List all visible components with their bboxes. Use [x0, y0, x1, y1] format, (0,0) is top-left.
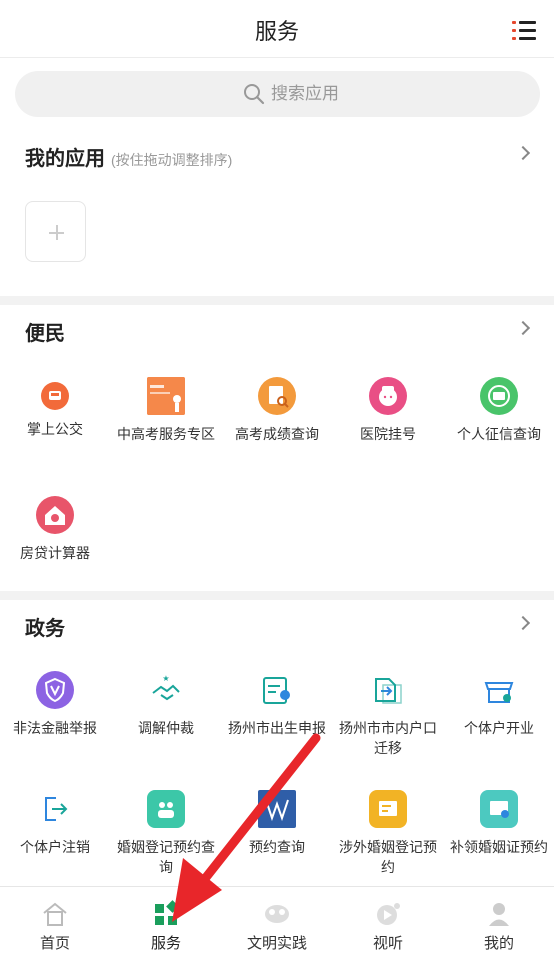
app-mediation[interactable]: ★ 调解仲裁 — [111, 671, 221, 738]
add-app-button[interactable] — [25, 201, 86, 262]
page-title: 服务 — [254, 19, 299, 44]
my-apps-header: 我的应用 (按住拖动调整排序) — [25, 142, 232, 171]
appointment-icon — [258, 790, 296, 828]
bus-icon — [41, 382, 69, 410]
certificate-icon — [369, 790, 407, 828]
app-business-cancel[interactable]: 个体户注销 — [0, 790, 110, 857]
search-bar[interactable] — [15, 71, 540, 117]
app-birth-register[interactable]: 扬州市出生申报 — [222, 671, 332, 738]
shield-report-icon — [36, 671, 74, 709]
tab-profile[interactable]: 我的 — [444, 887, 554, 956]
credit-icon — [480, 377, 518, 415]
app-business-open[interactable]: 个体户开业 — [444, 671, 554, 738]
reissue-icon — [480, 790, 518, 828]
tab-civilization[interactable]: 文明实践 — [222, 887, 332, 956]
app-appointment-query[interactable]: 预约查询 — [222, 790, 332, 857]
profile-icon — [484, 899, 514, 929]
my-apps-hint: (按住拖动调整排序) — [111, 152, 233, 168]
section-divider — [0, 591, 554, 600]
app-credit[interactable]: 个人征信查询 — [444, 377, 554, 444]
app-hospital[interactable]: 医院挂号 — [333, 377, 443, 444]
section-divider — [0, 296, 554, 305]
bianmin-chevron-icon[interactable] — [515, 320, 531, 336]
score-search-icon — [258, 377, 296, 415]
shop-icon — [480, 671, 518, 709]
menu-list-icon[interactable] — [512, 21, 536, 41]
bottom-tab-bar: 首页 服务 文明实践 视听 我的 — [0, 886, 554, 956]
app-illegal-finance-report[interactable]: 非法金融举报 — [0, 671, 110, 738]
bianmin-title: 便民 — [25, 323, 65, 345]
svg-text:★: ★ — [162, 674, 169, 683]
handshake-icon: ★ — [147, 671, 185, 709]
app-reissue-certificate[interactable]: 补领婚姻证预约 — [444, 790, 554, 857]
birth-register-icon — [258, 671, 296, 709]
exam-banner-icon — [147, 377, 185, 415]
search-input[interactable] — [271, 84, 391, 104]
app-hukou-transfer[interactable]: 扬州市市内户口迁移 — [333, 671, 443, 758]
search-icon — [244, 84, 265, 105]
logout-icon — [36, 790, 74, 828]
app-marriage-appointment[interactable]: 婚姻登记预约查询 — [111, 790, 221, 877]
app-mortgage[interactable]: 房贷计算器 — [0, 496, 110, 563]
app-exam-zone[interactable]: 中高考服务专区 — [111, 377, 221, 444]
nurse-icon — [369, 377, 407, 415]
my-apps-chevron-icon[interactable] — [515, 145, 531, 161]
zhengwu-title: 政务 — [25, 618, 65, 640]
zhengwu-chevron-icon[interactable] — [515, 615, 531, 631]
app-gaokao-score[interactable]: 高考成绩查询 — [222, 377, 332, 444]
house-loan-icon — [36, 496, 74, 534]
services-icon — [151, 899, 181, 929]
civilization-icon — [262, 899, 292, 929]
top-bar: 服务 — [0, 0, 554, 58]
tab-services[interactable]: 服务 — [111, 887, 221, 956]
video-icon — [373, 899, 403, 929]
app-foreign-marriage[interactable]: 涉外婚姻登记预约 — [333, 790, 443, 877]
transfer-icon — [369, 671, 407, 709]
couple-icon — [147, 790, 185, 828]
home-icon — [40, 899, 70, 929]
tab-video[interactable]: 视听 — [333, 887, 443, 956]
tab-home[interactable]: 首页 — [0, 887, 110, 956]
my-apps-title: 我的应用 — [25, 148, 105, 170]
app-bus[interactable]: 掌上公交 — [0, 377, 110, 439]
